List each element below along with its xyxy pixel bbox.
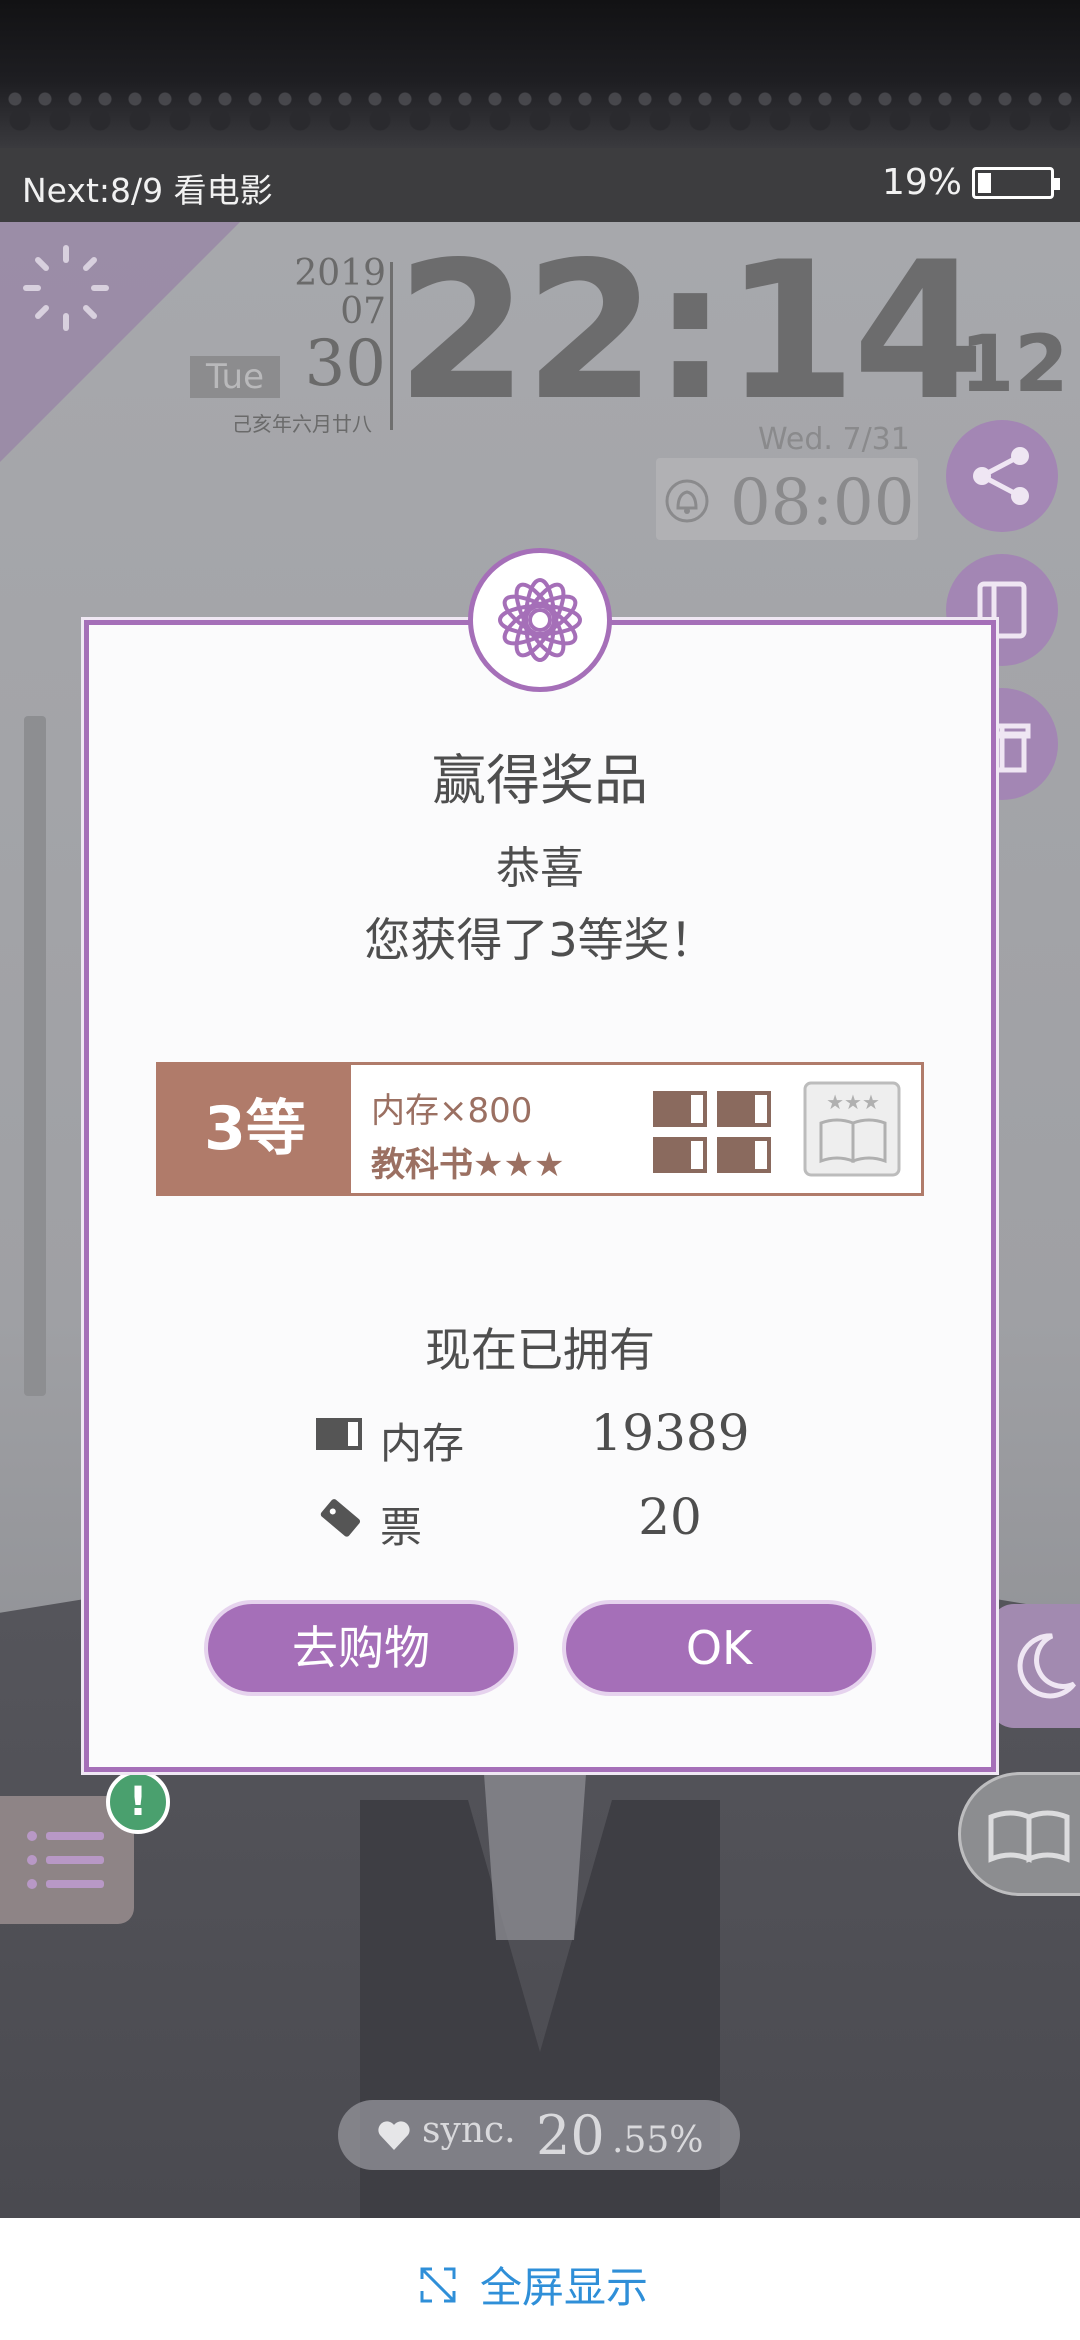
ticket-icon	[320, 1499, 361, 1537]
fullscreen-label: 全屏显示	[480, 2263, 649, 2312]
go-shopping-button[interactable]: 去购物	[208, 1604, 514, 1692]
share-button[interactable]	[946, 420, 1058, 532]
fullscreen-button[interactable]: 全屏显示	[418, 2254, 648, 2315]
status-bar: Next:8/9 看电影 19%	[0, 148, 1080, 222]
prize-card: 3等 内存×800 教科书★★★ ★★★	[156, 1062, 924, 1196]
flower-emblem-icon	[498, 578, 582, 662]
memory-card-icon	[316, 1418, 362, 1450]
battery-indicator: 19%	[881, 162, 1060, 203]
share-icon	[973, 447, 1029, 505]
owned-label: 内存	[380, 1419, 465, 1468]
svg-text:★★★: ★★★	[826, 1090, 880, 1114]
next-event-text: Next:8/9 看电影	[22, 171, 273, 210]
owned-row-memory: 内存 19389	[0, 1404, 1080, 1468]
prize-item-memory: 内存×800	[371, 1091, 533, 1131]
dialog-message: 您获得了3等奖！	[364, 913, 716, 967]
flower-emblem	[468, 548, 612, 692]
open-book-icon	[988, 1810, 1070, 1863]
expand-icon	[420, 2267, 456, 2302]
date-month: 07	[340, 291, 386, 332]
sync-indicator: sync. 20 .55%	[338, 2100, 740, 2170]
book-button[interactable]	[958, 1772, 1080, 1896]
battery-fill	[978, 172, 991, 193]
memory-cards-icon	[653, 1091, 771, 1173]
sync-value: 20	[536, 2104, 605, 2167]
lace-banner	[0, 0, 1080, 148]
owned-title: 现在已拥有	[425, 1323, 655, 1377]
battery-percent: 19%	[881, 162, 962, 203]
lunar-date: 己亥年六月廿八	[232, 412, 372, 436]
owned-row-ticket: 票 20	[0, 1488, 1080, 1552]
sleep-button[interactable]	[990, 1604, 1080, 1728]
dialog-title: 赢得奖品	[432, 749, 648, 812]
textbook-icon: ★★★	[803, 1081, 901, 1177]
dialog-congrats: 恭喜	[496, 843, 584, 894]
date-divider	[390, 262, 393, 430]
clock-seconds: 12	[960, 320, 1069, 410]
clock-time: 22:14	[396, 221, 985, 442]
sync-label: sync.	[422, 2110, 516, 2151]
prize-item-textbook: 教科书★★★	[371, 1145, 565, 1185]
loading-spinner-icon	[23, 245, 109, 331]
ok-button[interactable]: OK	[566, 1604, 872, 1692]
owned-value: 20	[638, 1488, 702, 1546]
alarm-time: 08:00	[730, 466, 915, 540]
alarm-date: Wed. 7/31	[758, 422, 910, 457]
date-year: 2019	[294, 253, 386, 294]
heart-icon	[378, 2121, 410, 2150]
owned-label: 票	[380, 1503, 423, 1552]
left-scrollbar[interactable]	[24, 716, 46, 1396]
owned-value: 19389	[590, 1404, 750, 1462]
sync-decimal: .55%	[612, 2120, 704, 2161]
battery-icon	[972, 166, 1060, 199]
weekday-badge: Tue	[190, 356, 280, 398]
notification-badge: !	[106, 1770, 170, 1834]
prize-rank: 3等	[159, 1065, 351, 1193]
moon-icon	[1017, 1633, 1076, 1699]
alarm-bell-icon	[665, 479, 709, 523]
